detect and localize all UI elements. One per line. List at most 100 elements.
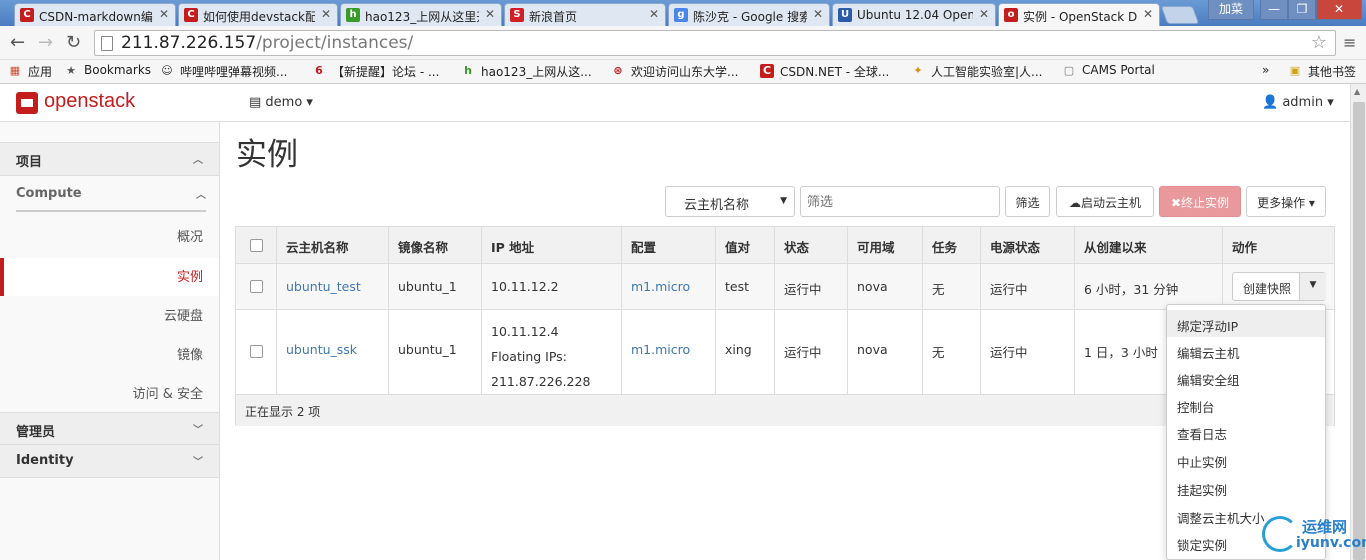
column-header[interactable]: 可用域 [848, 227, 923, 263]
scroll-up-icon[interactable]: ▲ [1354, 87, 1360, 96]
sina-icon: S [510, 8, 524, 22]
maximize-button[interactable]: ❐ [1288, 0, 1316, 20]
sidebar-section-admin[interactable]: 管理员 ﹀ [0, 412, 219, 445]
sidebar-item-access-security[interactable]: 访问 & 安全 [0, 375, 219, 413]
bookmark-hao123[interactable]: h hao123_上网从这... [461, 63, 592, 80]
filter-button[interactable]: 筛选 [1005, 186, 1050, 217]
column-header[interactable]: 配置 [622, 227, 716, 263]
keypair: xing [716, 310, 775, 394]
row-checkbox[interactable] [250, 345, 263, 358]
bookmark-cams[interactable]: ▢ CAMS Portal [1062, 63, 1155, 77]
select-all-checkbox[interactable] [250, 239, 263, 252]
column-header: 动作 [1232, 240, 1258, 255]
column-header[interactable]: IP 地址 [482, 227, 622, 263]
sidebar-section-identity[interactable]: Identity ﹀ [0, 445, 219, 478]
scrollbar-thumb[interactable] [1353, 102, 1365, 560]
close-icon[interactable]: ✕ [485, 7, 495, 21]
bookmark-apps[interactable]: ▦ 应用 [8, 63, 52, 80]
menu-item-edit-instance[interactable]: 编辑云主机 [1167, 337, 1325, 364]
page-scrollbar[interactable]: ▲ [1350, 84, 1366, 560]
item-count: 正在显示 2 项 [245, 405, 321, 419]
bookmark-bookmarks[interactable]: ★ Bookmarks [64, 63, 151, 77]
close-icon[interactable]: ✕ [979, 7, 989, 21]
close-icon[interactable]: ✕ [649, 7, 659, 21]
chevron-down-icon: ▾ [1305, 196, 1315, 210]
flavor-link[interactable]: m1.micro [622, 310, 716, 394]
menu-item-pause-instance[interactable]: 中止实例 [1167, 446, 1325, 473]
close-icon[interactable]: ✕ [813, 7, 823, 21]
sidebar-item-images[interactable]: 镜像 [0, 336, 219, 374]
column-header[interactable]: 云主机名称 [277, 227, 389, 263]
browser-tab[interactable]: C CSDN-markdown编辑 ✕ [14, 3, 176, 26]
new-tab-button[interactable] [1160, 6, 1200, 24]
forum-icon: 6 [315, 64, 323, 77]
project-switcher[interactable]: ▤ demo ▾ [249, 95, 313, 110]
cloud-upload-icon: ☁ [1068, 196, 1081, 210]
openstack-logo[interactable]: openstack [16, 90, 135, 114]
table-header-row: 云主机名称 镜像名称 IP 地址 配置 值对 状态 可用域 任务 电源状态 从创… [236, 227, 1334, 264]
bookmark-csdn[interactable]: C CSDN.NET - 全球... [760, 63, 889, 80]
bookmarks-overflow[interactable]: » [1246, 63, 1269, 77]
instance-name-link[interactable]: ubuntu_test [277, 264, 389, 309]
menu-item-suspend-instance[interactable]: 挂起实例 [1167, 474, 1325, 501]
menu-item-console[interactable]: 控制台 [1167, 391, 1325, 418]
bookmark-star-icon[interactable]: ☆ [1311, 32, 1327, 53]
menu-icon[interactable]: ≡ [1343, 33, 1356, 52]
close-icon[interactable]: ✕ [159, 7, 169, 21]
sidebar-item-overview[interactable]: 概况 [0, 218, 219, 256]
column-header[interactable]: 电源状态 [981, 227, 1075, 263]
ip-address: 10.11.12.4 Floating IPs: 211.87.226.228 [482, 310, 622, 394]
browser-tab-active[interactable]: o 实例 - OpenStack D ✕ [998, 3, 1160, 26]
browser-tab[interactable]: g 陈沙克 - Google 搜索 ✕ [668, 3, 830, 26]
close-icon[interactable]: ✕ [321, 7, 331, 21]
menu-item-view-log[interactable]: 查看日志 [1167, 418, 1325, 445]
browser-tab[interactable]: S 新浪首页 ✕ [504, 3, 666, 26]
column-header[interactable]: 镜像名称 [389, 227, 482, 263]
more-actions-button[interactable]: 更多操作 ▾ [1246, 186, 1326, 217]
terminate-instances-button[interactable]: ✖终止实例 [1159, 186, 1241, 217]
status: 运行中 [775, 264, 848, 309]
user-menu[interactable]: 👤 admin ▾ [1262, 95, 1334, 110]
column-header[interactable]: 任务 [923, 227, 981, 263]
column-header[interactable]: 从创建以来 [1075, 227, 1223, 263]
sidebar-item-instances[interactable]: 实例 [0, 258, 219, 296]
image-name: ubuntu_1 [389, 264, 482, 309]
tab-title: 如何使用devstack配置 [203, 10, 315, 24]
bookmark-sdu[interactable]: ⊛ 欢迎访问山东大学... [611, 63, 738, 80]
create-snapshot-button[interactable]: 创建快照 ▼ [1232, 272, 1326, 301]
status: 运行中 [775, 310, 848, 394]
sidebar-section-compute[interactable]: Compute ︿ [16, 186, 206, 212]
url-path: /project/instances/ [256, 33, 414, 53]
menu-item-associate-floating-ip[interactable]: 绑定浮动IP [1167, 310, 1325, 337]
hao123-icon: h [464, 64, 472, 77]
minimize-button[interactable]: — [1260, 0, 1288, 20]
back-icon[interactable]: ← [10, 32, 25, 53]
browser-tab[interactable]: h hao123_上网从这里开 ✕ [340, 3, 502, 26]
filter-input[interactable] [800, 186, 1000, 217]
launch-instance-button[interactable]: ☁启动云主机 [1056, 186, 1154, 217]
page-title: 实例 [236, 137, 298, 173]
filter-field-select[interactable]: 云主机名称 ▼ [665, 186, 795, 217]
menu-item-edit-security-groups[interactable]: 编辑安全组 [1167, 364, 1325, 391]
flavor-link[interactable]: m1.micro [622, 264, 716, 309]
bookmark-bilibili[interactable]: ☺ 哔哩哔哩弹幕视频... [160, 63, 287, 80]
bookmark-forum[interactable]: 6 【新提醒】论坛 - ... [312, 63, 439, 80]
bookmark-ai-lab[interactable]: ✦ 人工智能实验室|人... [911, 63, 1042, 80]
forward-icon[interactable]: → [38, 32, 53, 53]
instance-name-link[interactable]: ubuntu_ssk [277, 310, 389, 394]
close-icon[interactable]: ✕ [1143, 7, 1153, 21]
url-input[interactable]: 211.87.226.157/project/instances/ ☆ [94, 30, 1336, 56]
tab-title: CSDN-markdown编辑 [39, 10, 153, 24]
column-header[interactable]: 值对 [716, 227, 775, 263]
other-bookmarks[interactable]: ▣ 其他书签 [1288, 63, 1356, 80]
sidebar-section-project[interactable]: 项目 ︿ [0, 142, 219, 176]
browser-tab[interactable]: C 如何使用devstack配置 ✕ [178, 3, 338, 26]
sidebar-item-volumes[interactable]: 云硬盘 [0, 297, 219, 335]
hao123-icon: h [346, 8, 360, 22]
row-checkbox[interactable] [250, 280, 263, 293]
reload-icon[interactable]: ↻ [66, 32, 81, 53]
close-window-button[interactable]: ✕ [1316, 0, 1362, 20]
actions-dropdown-toggle[interactable]: ▼ [1299, 273, 1326, 300]
browser-tab[interactable]: U Ubuntu 12.04 OpenS ✕ [832, 3, 996, 26]
column-header[interactable]: 状态 [775, 227, 848, 263]
